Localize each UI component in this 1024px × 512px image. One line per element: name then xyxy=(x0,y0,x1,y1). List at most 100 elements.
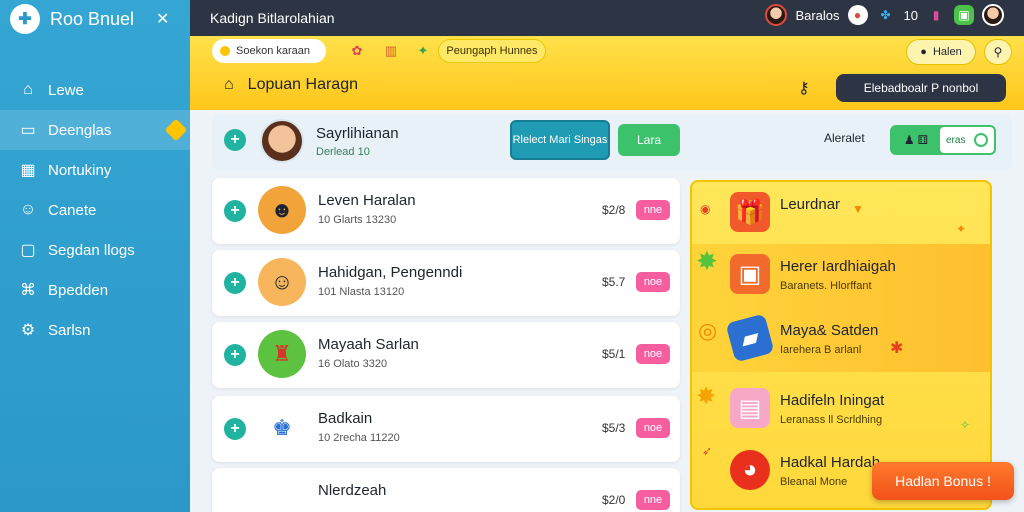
rewards-panel: ◉ 🎁 Leurdnar ▼ ✦ ✸ ▣ Herer Iardhiaigah B… xyxy=(690,180,992,510)
gift-box-icon[interactable]: ✦ xyxy=(412,40,434,62)
list-item[interactable]: Nlerdzeah $2/0 nne xyxy=(212,468,680,512)
sidebar-item-lewe[interactable]: ⌂ Lewe xyxy=(0,70,190,110)
toggle-icons: ♟ ⚅ xyxy=(892,133,940,147)
sidebar-item-bpedden[interactable]: ⌘ Bpedden xyxy=(0,270,190,310)
card-icon: ▭ xyxy=(20,122,36,139)
toggle-label: eras xyxy=(946,134,966,146)
dice-icon: ⚅ xyxy=(917,133,929,147)
list-item[interactable]: + ☺ Hahidgan, Pengenndi 101 Nlasta 13120… xyxy=(212,250,680,316)
popcorn-icon[interactable]: ▥ xyxy=(380,40,402,62)
sidebar-item-nortukiny[interactable]: ▦ Nortukiny xyxy=(0,150,190,190)
apps-icon[interactable]: ✤ xyxy=(876,5,896,25)
right-label: Aleralet xyxy=(824,131,865,145)
item-title: Leven Haralan xyxy=(318,192,416,209)
calendar-icon: ▦ xyxy=(20,162,36,179)
star-icon: ✱ xyxy=(890,340,904,357)
reward-title: Hadifeln Iningat xyxy=(780,392,885,409)
add-icon[interactable]: + xyxy=(224,418,246,440)
item-tag[interactable]: nne xyxy=(636,490,670,510)
brain-icon[interactable]: ✿ xyxy=(346,40,368,62)
sidebar-item-label: Nortukiny xyxy=(48,161,112,179)
item-title: Badkain xyxy=(318,410,373,427)
list-item[interactable]: + ♜ Mayaah Sarlan 16 Olato 3320 $5/1 noe xyxy=(212,322,680,388)
wallet-icon[interactable]: ▣ xyxy=(954,5,974,25)
sidebar-item-deenglas[interactable]: ▭ Deenglas xyxy=(0,110,190,150)
item-price: $2/0 xyxy=(602,493,626,507)
search-placeholder: Soekon karaan xyxy=(236,45,310,57)
top-bar-actions: Baralos ● ✤ 10 ▮ ▣ xyxy=(765,4,1004,26)
add-icon[interactable]: + xyxy=(224,200,246,222)
active-indicator-icon xyxy=(164,118,188,142)
brand-name: Roo Bnuel xyxy=(50,8,135,29)
top-bar: Kadign Bitlarolahian Baralos ● ✤ 10 ▮ ▣ xyxy=(190,0,1024,36)
add-icon[interactable]: + xyxy=(224,129,246,151)
profile-name: Sayrlihianan xyxy=(316,125,399,142)
notification-count: 10 xyxy=(903,7,918,23)
sidebar-item-label: Canete xyxy=(48,201,97,219)
badge-icon: ▼ xyxy=(852,202,864,216)
item-tag[interactable]: noe xyxy=(636,272,670,292)
reward-item[interactable]: ◎ ▰ Maya& Satden Iarehera B arlanl ✱ xyxy=(692,308,990,372)
list-item[interactable]: + ☻ Leven Haralan 10 Glarts 13230 $2/8 n… xyxy=(212,178,680,244)
sidebar-item-label: Bpedden xyxy=(48,281,109,299)
sidebar-item-label: Segdan llogs xyxy=(48,241,135,259)
add-icon[interactable]: + xyxy=(224,272,246,294)
page-title: Kadign Bitlarolahian xyxy=(210,10,335,26)
reward-sub: Bleanal Mone xyxy=(780,476,848,488)
promo-pill[interactable]: Peungaph Hunnes xyxy=(438,39,546,63)
item-title: Mayaah Sarlan xyxy=(318,336,419,353)
sparkle-icon: ✦ xyxy=(956,222,967,236)
reward-item[interactable]: ✸ ▣ Herer Iardhiaigah Baranets. Hlorffan… xyxy=(692,244,990,308)
sidebar-item-canete[interactable]: ☺ Canete xyxy=(0,190,190,230)
sparkle-icon: ✧ xyxy=(960,418,971,432)
item-price: $5/3 xyxy=(602,421,626,435)
sidebar-item-sarlsn[interactable]: ⚙ Sarlsn xyxy=(0,310,190,350)
add-icon[interactable]: + xyxy=(224,344,246,366)
key-icon[interactable]: ⚷ xyxy=(798,78,810,98)
figure-icon: ♟ xyxy=(903,133,915,147)
item-tag[interactable]: noe xyxy=(636,418,670,438)
breadcrumb-label: Lopuan Haragn xyxy=(247,76,358,93)
chat-icon: ▢ xyxy=(20,242,36,259)
sidebar: ✚ Roo Bnuel ✕ ⌂ Lewe ▭ Deenglas ▦ Nortukiny… xyxy=(0,0,190,512)
item-image: ♜ xyxy=(258,330,306,378)
item-tag[interactable]: nne xyxy=(636,200,670,220)
user-name: Baralos xyxy=(795,7,840,23)
avatar[interactable] xyxy=(765,4,788,26)
search-button[interactable]: ⚲ xyxy=(984,39,1012,65)
halen-button[interactable]: ● Halen xyxy=(906,39,976,65)
item-sub: 10 2recha 11220 xyxy=(318,432,400,444)
sidebar-nav: ⌂ Lewe ▭ Deenglas ▦ Nortukiny ☺ Canete ▢ Segd… xyxy=(0,70,190,350)
item-title: Hahidgan, Pengenndi xyxy=(318,264,463,281)
breadcrumb: ⌂ Lopuan Haragn xyxy=(224,76,358,94)
chat-bubble-icon[interactable]: ● xyxy=(847,5,868,25)
item-price: $5.7 xyxy=(602,275,626,289)
item-price: $5/1 xyxy=(602,347,626,361)
profile-avatar[interactable] xyxy=(982,4,1004,26)
gift-icon: ⌘ xyxy=(20,282,36,299)
green-button[interactable]: Lara xyxy=(618,124,680,156)
sidebar-item-label: Lewe xyxy=(48,81,84,99)
search-input[interactable]: Soekon karaan xyxy=(212,39,326,63)
collapse-icon[interactable]: ✕ xyxy=(156,9,169,29)
creature-icon: ◕ xyxy=(730,450,770,490)
item-tag[interactable]: noe xyxy=(636,344,670,364)
reward-item[interactable]: ✸ ▤ Hadifeln Iningat Leranass ll Scrldhi… xyxy=(692,378,990,442)
feather-icon: ➶ xyxy=(702,444,713,458)
spiral-icon: ◎ xyxy=(698,318,718,343)
coin-icon: ● xyxy=(920,46,927,58)
burst-icon: ✸ xyxy=(696,246,718,276)
toggle-inner: eras xyxy=(940,127,994,153)
gift-icon: 🎁 xyxy=(730,192,770,232)
toggle-switch[interactable]: ♟ ⚅ eras xyxy=(890,125,996,155)
dashboard-button[interactable]: Elebadboalr P nonbol xyxy=(836,74,1006,102)
reward-sub: Iarehera B arlanl xyxy=(780,344,862,356)
reward-item[interactable]: ◉ 🎁 Leurdnar ▼ ✦ xyxy=(692,182,990,246)
toggle-knob-icon xyxy=(974,133,988,147)
flag-icon[interactable]: ▮ xyxy=(926,5,946,25)
select-button[interactable]: Rlelect Mari Singas xyxy=(510,120,610,160)
list-item[interactable]: + ♚ Badkain 10 2recha 11220 $5/3 noe xyxy=(212,396,680,462)
spiral-icon: ◉ xyxy=(700,202,711,216)
sidebar-item-segdan-llogs[interactable]: ▢ Segdan llogs xyxy=(0,230,190,270)
bonus-button[interactable]: Hadlan Bonus ! xyxy=(872,462,1014,500)
